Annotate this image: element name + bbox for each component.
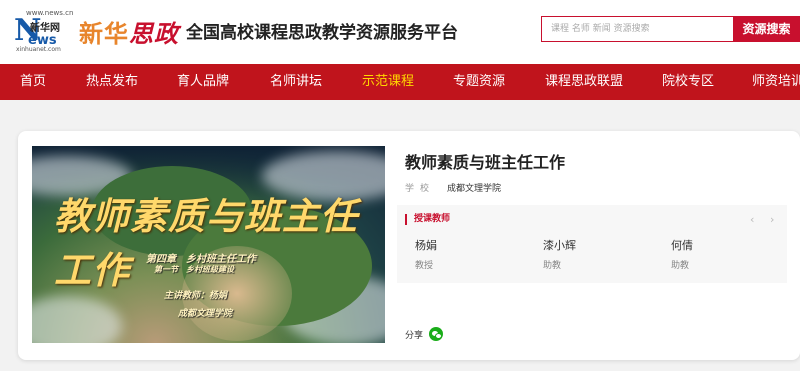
search-button[interactable]: 资源搜索 (733, 16, 800, 42)
teacher-name[interactable]: 漆小辉 (543, 237, 576, 253)
platform-title: 全国高校课程思政教学资源服务平台 (186, 23, 458, 43)
teacher-title: 助教 (671, 261, 690, 271)
nav-item-education-brand[interactable]: 育人品牌 (177, 64, 229, 100)
nav-item-school-zone[interactable]: 院校专区 (662, 64, 714, 100)
chevron-right-icon[interactable]: › (770, 213, 774, 226)
teacher-name[interactable]: 杨娟 (415, 237, 437, 253)
nav-item-demo-courses[interactable]: 示范课程 (362, 64, 414, 100)
logo-xinhuanet-text: 新华网 (30, 23, 60, 34)
thumbnail-fog (32, 296, 122, 343)
nav-item-hot-news[interactable]: 热点发布 (86, 64, 138, 100)
search-input[interactable]: 课程 名师 新闻 资源搜索 (541, 16, 733, 42)
teacher-title: 教授 (415, 261, 434, 271)
thumbnail-institution: 成都文理学院 (178, 309, 233, 319)
teacher-title: 助教 (543, 261, 562, 271)
share-label: 分享 (405, 331, 424, 341)
nav-item-famous-teachers[interactable]: 名师讲坛 (270, 64, 322, 100)
nav-item-topic-resources[interactable]: 专题资源 (453, 64, 505, 100)
xinhuanet-logo[interactable]: www.news.cn N 新华网 ews xinhuanet.com (14, 9, 73, 53)
main-nav: 首页 热点发布 育人品牌 名师讲坛 示范课程 专题资源 课程思政联盟 院校专区 … (0, 64, 800, 100)
thumbnail-title: 教师素质与班主任工作 (54, 194, 358, 292)
wechat-icon[interactable] (429, 327, 443, 341)
school-value: 成都文理学院 (447, 184, 502, 194)
teachers-panel (397, 205, 787, 283)
logo-sizheng-text: 思政 (129, 19, 179, 48)
course-thumbnail[interactable]: 教师素质与班主任工作 第四章 乡村班主任工作 第一节 乡村班级建设 主讲教师：杨… (32, 146, 385, 343)
thumbnail-lecturer: 主讲教师：杨娟 (164, 291, 228, 301)
teacher-name[interactable]: 何倩 (671, 237, 693, 253)
chevron-left-icon[interactable]: ‹ (750, 213, 754, 226)
thumbnail-chapter: 第四章 乡村班主任工作 (146, 254, 256, 265)
thumbnail-section: 第一节 乡村班级建设 (154, 264, 234, 274)
course-title: 教师素质与班主任工作 (405, 153, 566, 172)
nav-item-teacher-training[interactable]: 师资培训 (752, 64, 800, 100)
nav-item-home[interactable]: 首页 (20, 64, 46, 100)
header: www.news.cn N 新华网 ews xinhuanet.com 新华思政… (0, 0, 800, 64)
school-label: 学校 (405, 184, 436, 194)
nav-item-alliance[interactable]: 课程思政联盟 (545, 64, 623, 100)
teachers-heading: 授课教师 (405, 214, 450, 225)
logo-xinhua-text: 新华 (79, 19, 129, 48)
logo-url-bottom: xinhuanet.com (16, 46, 61, 53)
xinhua-sizheng-logo[interactable]: 新华思政 (79, 14, 179, 49)
